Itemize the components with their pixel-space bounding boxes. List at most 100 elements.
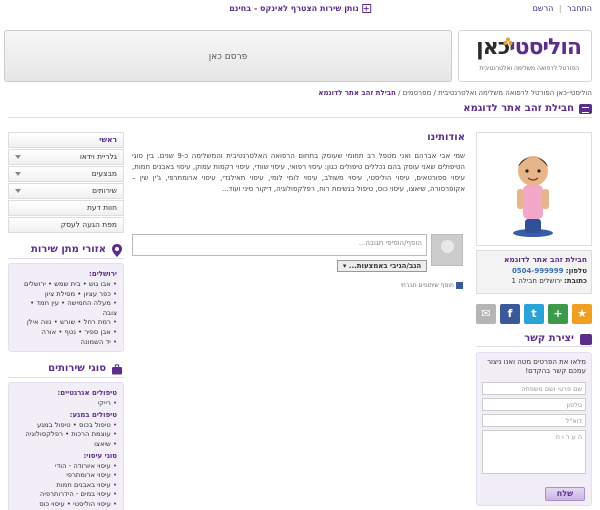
nav-item[interactable]: חוות דעת <box>8 200 124 216</box>
email-icon[interactable]: ✉ <box>476 304 496 324</box>
chevron-down-icon <box>15 172 21 176</box>
comments-widget: הוסף/הוסיפי תגובה... הגב/הגיבי באמצעות..… <box>132 234 465 296</box>
briefcase-icon <box>112 364 122 375</box>
nav-item-label: מבצעים <box>91 169 117 178</box>
group-heading: טיפולים אנרגטיים: <box>57 389 117 398</box>
business-name: חבילת זהב אתר לדוגמא <box>503 255 587 264</box>
top-bar: התחבר | הרשם +נותן שירות הצטרף לאינקס - … <box>8 4 592 18</box>
about-title: אודותינו <box>427 132 465 143</box>
list-item[interactable]: רמת רחל • שורש • נווה אילן <box>15 318 117 328</box>
facebook-icon[interactable]: f <box>500 304 520 324</box>
phone-icon <box>580 334 592 345</box>
nav-item-label: גלריית וידאו <box>79 152 117 161</box>
login-link[interactable]: התחבר <box>567 4 592 13</box>
google-plus-icon[interactable]: + <box>548 304 568 324</box>
social-plugin-text: תוסף שיתופים חברתי <box>400 282 454 289</box>
group-heading: טיפולים במגע: <box>69 410 117 419</box>
ad-banner[interactable]: פרסם כאן <box>4 30 452 82</box>
person-figurine-icon <box>513 156 553 237</box>
comment-post-button[interactable]: הגב/הגיבי באמצעות... ▾ <box>337 260 427 272</box>
breadcrumb-advertisers[interactable]: מפרסמים <box>403 89 432 97</box>
services-header: סוגי שירותים <box>8 362 124 379</box>
map-pin-icon <box>112 244 122 257</box>
address-label: כתובת: <box>564 277 587 285</box>
nav-item-label: ראשי <box>99 135 117 144</box>
business-card-icon <box>579 104 592 114</box>
favorite-star-icon[interactable]: ★ <box>572 304 592 324</box>
contact-form: מלאו את הפרטים מטה ואנו ניצור עמכם קשר ב… <box>476 352 592 506</box>
social-share-bar: ★ + t f ✉ <box>476 304 592 328</box>
address-row: כתובת: ירושלים חבילה 1 <box>481 277 587 285</box>
notes-field[interactable]: ה ע ר ו ת <box>482 430 586 474</box>
areas-header: אזורי מתן שירות <box>8 243 124 259</box>
list-item[interactable]: מעלה החמישה • עין חמד • צובה <box>15 299 117 318</box>
nav-item[interactable]: ראשי <box>8 132 124 148</box>
name-field[interactable]: שם פרטי ושם משפחה <box>482 382 586 395</box>
breadcrumb-home[interactable]: הוליסטי-כאן הפורטל לרפואה משלימה ואלטרנט… <box>438 89 592 97</box>
profile-photo <box>476 132 592 246</box>
social-plugin-label[interactable]: תוסף שיתופים חברתי <box>401 282 463 289</box>
logo-flower-icon <box>503 37 513 45</box>
about-text: שמי אבי אברהם ואני מטפל רב תחומי שעוסק ב… <box>132 152 466 193</box>
join-link[interactable]: +נותן שירות הצטרף לאינקס - בחינם <box>229 4 371 13</box>
twitter-icon[interactable]: t <box>524 304 544 324</box>
nav-item[interactable]: מבצעים <box>8 166 124 182</box>
list-item[interactable]: טיפול בכוס • טיפול במגע <box>15 421 117 431</box>
site-logo[interactable]: הוליסטיכאן הפורטל לרפואה משלימה ואלטרנטי… <box>458 30 592 82</box>
join-label: נותן שירות הצטרף לאינקס - בחינם <box>229 4 359 13</box>
list-item[interactable]: עיסוי הוליסטי • עיסוי כוס <box>15 500 117 510</box>
comment-input[interactable]: הוסף/הוסיפי תגובה... <box>132 234 427 256</box>
group-heading: ירושלים: <box>89 270 117 278</box>
areas-title: אזורי מתן שירות <box>31 244 106 255</box>
phone-row: טלפון: 0504-999999 <box>481 267 587 275</box>
group-list: אבו גוש • בית שמש • ירושליםכפר עציון • מ… <box>15 280 117 347</box>
group-heading: סוגי עיסוי: <box>83 451 117 460</box>
list-item[interactable]: שיאצו <box>15 440 117 450</box>
areas-box: ירושלים: אבו גוש • בית שמש • ירושליםכפר ע… <box>8 263 124 353</box>
group-list: טיפול בכוס • טיפול במגעעוצמת הרכות • רפל… <box>15 421 117 450</box>
ad-banner-text: פרסם כאן <box>208 52 248 62</box>
auth-links: התחבר | הרשם <box>533 4 592 13</box>
breadcrumb-current: חבילת זהב אתר לדוגמא <box>318 89 396 97</box>
chevron-down-icon <box>15 189 21 193</box>
commenter-avatar <box>431 234 463 266</box>
list-item[interactable]: עיסוי איורודה - הודי <box>15 462 117 472</box>
nav-item[interactable]: שירותים <box>8 183 124 199</box>
nav-item-label: חוות דעת <box>86 203 117 212</box>
list-item[interactable]: אבו גוש • בית שמש • ירושלים <box>15 280 117 290</box>
phone-field[interactable]: טלפון <box>482 398 586 411</box>
site-nav: ראשי גלריית וידאו מבצעים שירותים חוות דעת מפת… <box>8 132 124 233</box>
chevron-down-icon <box>15 155 21 159</box>
contact-intro: מלאו את הפרטים מטה ואנו ניצור עמכם קשר ב… <box>487 358 586 375</box>
address-value: ירושלים חבילה 1 <box>511 277 562 285</box>
nav-item-label: מפת הגעה לעסק <box>60 220 117 229</box>
list-item[interactable]: רייקי <box>15 399 117 409</box>
logo-text: הוליסטיכאן <box>476 35 582 60</box>
nav-item[interactable]: גלריית וידאו <box>8 149 124 165</box>
list-item[interactable]: עיסוי במים - הידרותרפיה <box>15 490 117 500</box>
breadcrumb: הוליסטי-כאן הפורטל לרפואה משלימה ואלטרנט… <box>318 89 592 97</box>
list-item[interactable]: עוצמת הרכות • רפלקסולוגיה <box>15 430 117 440</box>
left-sidebar: ראשי גלריית וידאו מבצעים שירותים חוות דעת מפת… <box>8 132 124 510</box>
logo-tagline: הפורטל לרפואה משלימה ואלטרנטיבית <box>479 65 579 72</box>
group-list: רייקי <box>15 399 117 409</box>
comment-post-label: הגב/הגיבי באמצעות... <box>348 262 422 270</box>
facebook-small-icon <box>456 282 463 289</box>
register-link[interactable]: הרשם <box>533 4 554 13</box>
contact-title: יצירת קשר <box>524 333 574 344</box>
list-item[interactable]: יד השמונה <box>15 338 117 348</box>
list-item[interactable]: כפר עציון • מסילת ציון <box>15 290 117 300</box>
list-item[interactable]: עיסוי באבנים חמות <box>15 481 117 491</box>
nav-item-label: שירותים <box>92 186 117 195</box>
page-title-bar: חבילת זהב אתר לדוגמא <box>8 102 592 118</box>
list-item[interactable]: עיסוי ארומתרפי <box>15 471 117 481</box>
send-button[interactable]: שלח <box>545 487 585 501</box>
email-field[interactable]: דוא"ל <box>482 414 586 427</box>
breadcrumb-sep: / <box>395 89 403 97</box>
nav-item[interactable]: מפת הגעה לעסק <box>8 217 124 233</box>
phone-number[interactable]: 0504-999999 <box>512 267 564 275</box>
phone-label: טלפון: <box>565 267 587 275</box>
list-item[interactable]: אבן ספיר • נטף • אורה <box>15 328 117 338</box>
services-box: טיפולים אנרגטיים:רייקיטיפולים במגע: טיפול… <box>8 382 124 510</box>
contact-header: יצירת קשר <box>476 333 592 347</box>
